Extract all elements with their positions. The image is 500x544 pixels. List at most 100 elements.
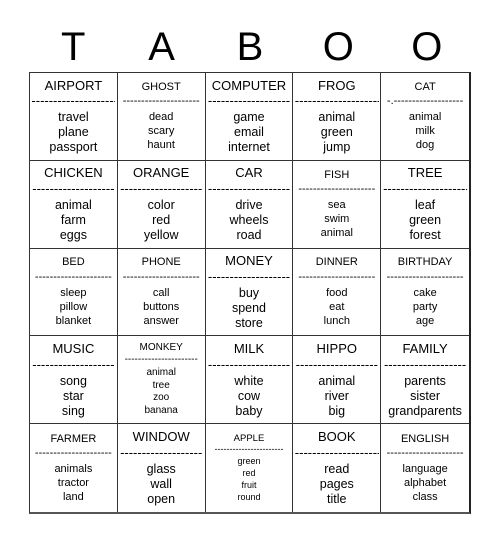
dashed-separator: ------------------- — [207, 357, 291, 371]
dashed-separator: --------------------- — [386, 447, 464, 459]
forbidden-word: red — [242, 468, 256, 479]
title-letter: B — [236, 25, 264, 69]
forbidden-word: sing — [61, 403, 85, 418]
forbidden-word: yellow — [143, 227, 179, 242]
bingo-cell[interactable]: PHONE --------------------- call buttons ans… — [117, 248, 206, 337]
bingo-cell[interactable]: TREE -------------------- leaf green forest — [381, 161, 469, 249]
dashed-separator: ---------------------- — [124, 355, 198, 366]
taboo-word: ORANGE — [133, 165, 190, 181]
forbidden-word: animals — [54, 462, 93, 475]
dashed-separator: -------------------- — [383, 181, 468, 195]
forbidden-words-list: travel plane passport — [49, 110, 97, 155]
taboo-word: GHOST — [141, 80, 181, 93]
forbidden-word: read — [324, 461, 350, 476]
dashed-separator: --------------------- — [298, 271, 376, 283]
dashed-separator: ------------------- — [120, 181, 203, 195]
bingo-cell[interactable]: MUSIC ------------------- song star sing — [30, 336, 118, 425]
forbidden-word: food — [326, 286, 348, 299]
dashed-separator: ------------------- — [383, 357, 467, 371]
bingo-cell[interactable]: CHICKEN ------------------- animal farm eggs — [30, 160, 118, 249]
taboo-word: ENGLISH — [400, 432, 450, 445]
forbidden-word: call — [152, 286, 170, 299]
forbidden-word: star — [62, 388, 84, 403]
bingo-cell[interactable]: DINNER --------------------- food eat lunch — [293, 248, 382, 337]
bingo-cell[interactable]: WINDOW ------------------- glass wall open — [118, 424, 206, 512]
forbidden-word: big — [328, 403, 346, 418]
bingo-cell[interactable]: FISH --------------------- sea swim animal — [293, 160, 382, 249]
forbidden-word: blanket — [55, 314, 92, 327]
bingo-cell[interactable]: ORANGE ------------------- color red yellow — [117, 160, 206, 249]
bingo-cell[interactable]: CAR ------------------- drive wheels road — [205, 160, 294, 249]
forbidden-word: cow — [237, 388, 261, 403]
forbidden-word: buttons — [143, 300, 180, 313]
bingo-cell[interactable]: GHOST --------------------- dead scary haunt — [117, 73, 206, 161]
forbidden-words-list: song star sing — [60, 374, 87, 419]
forbidden-words-list: glass wall open — [147, 462, 176, 507]
forbidden-word: open — [147, 491, 176, 506]
forbidden-word: swim — [324, 212, 350, 225]
forbidden-words-list: white cow baby — [234, 374, 263, 419]
dashed-separator: --------------------- — [122, 95, 200, 107]
forbidden-word: travel — [58, 110, 89, 125]
bingo-cell[interactable]: COMPUTER ------------------- game email inte… — [205, 73, 294, 161]
forbidden-words-list: color red yellow — [144, 198, 179, 243]
bingo-cell[interactable]: FAMILY ------------------- parents sister gr… — [381, 336, 469, 425]
forbidden-word: scary — [148, 124, 175, 137]
bingo-cell[interactable]: ENGLISH --------------------- language alph… — [381, 424, 469, 512]
forbidden-word: jump — [323, 140, 351, 155]
taboo-word: PHONE — [141, 256, 181, 269]
bingo-cell[interactable]: HIPPO ------------------- animal river big — [293, 336, 382, 425]
forbidden-word: green — [320, 125, 353, 140]
forbidden-words-list: animal tree zoo banana — [145, 367, 178, 417]
forbidden-word: tree — [152, 379, 170, 391]
forbidden-word: glass — [146, 461, 176, 476]
bingo-cell[interactable]: MILK ------------------- white cow baby — [205, 336, 294, 425]
forbidden-word: plane — [58, 125, 89, 140]
taboo-word: MILK — [233, 340, 265, 356]
bingo-cell[interactable]: MONKEY ---------------------- animal tree zo… — [117, 336, 206, 425]
forbidden-words-list: green red fruit round — [237, 455, 260, 503]
forbidden-words-list: leaf green forest — [409, 198, 441, 243]
bingo-cell[interactable]: BED --------------------- sleep pillow blank… — [30, 248, 118, 337]
dashed-separator: ------------------- — [32, 357, 115, 371]
forbidden-words-list: buy spend store — [232, 286, 266, 331]
forbidden-word: store — [235, 315, 263, 330]
forbidden-word: dog — [415, 138, 435, 151]
taboo-word: BED — [62, 256, 85, 269]
bingo-cell[interactable]: AIRPORT -------------------- travel plane pa… — [30, 73, 118, 161]
forbidden-word: round — [237, 492, 261, 503]
forbidden-word: haunt — [147, 138, 175, 151]
forbidden-words-list: parents sister grandparents — [388, 374, 462, 419]
bingo-cell[interactable]: BIRTHDAY --------------------- cake party ag… — [381, 249, 469, 337]
forbidden-words-list: animal green jump — [318, 110, 355, 155]
bingo-cell[interactable]: CAT -.------------------- animal milk dog — [381, 73, 469, 161]
forbidden-word: river — [324, 388, 349, 403]
dashed-separator: ------------------- — [32, 181, 115, 195]
forbidden-word: alphabet — [403, 476, 447, 489]
forbidden-word: language — [402, 462, 448, 475]
bingo-cell[interactable]: FARMER --------------------- animals tracto… — [30, 424, 118, 512]
bingo-cell[interactable]: APPLE ----------------------- green red frui… — [206, 424, 294, 512]
dashed-separator: --------------------- — [122, 271, 200, 283]
forbidden-word: pages — [319, 476, 354, 491]
forbidden-words-list: animal farm eggs — [55, 198, 92, 243]
forbidden-words-list: call buttons answer — [143, 286, 179, 328]
forbidden-word: lunch — [323, 314, 350, 327]
forbidden-words-list: food eat lunch — [324, 286, 350, 328]
forbidden-word: animal — [318, 110, 356, 125]
taboo-word: AIRPORT — [44, 77, 103, 93]
forbidden-word: internet — [228, 140, 270, 155]
title-letter: O — [322, 25, 354, 69]
title-letter: O — [411, 25, 443, 69]
taboo-word: CHICKEN — [44, 165, 103, 181]
forbidden-word: animal — [54, 197, 92, 212]
taboo-word: APPLE — [233, 432, 265, 444]
bingo-cell[interactable]: FROG -------------------- animal green jump — [293, 73, 382, 161]
taboo-word: BOOK — [318, 429, 356, 445]
forbidden-word: animal — [320, 226, 353, 239]
forbidden-word: song — [59, 373, 87, 388]
bingo-cell[interactable]: BOOK -------------------- read pages title — [293, 424, 382, 512]
forbidden-word: drive — [235, 197, 263, 212]
forbidden-words-list: animals tractor land — [54, 462, 92, 504]
bingo-cell[interactable]: MONEY ------------------- buy spend store — [205, 248, 294, 337]
